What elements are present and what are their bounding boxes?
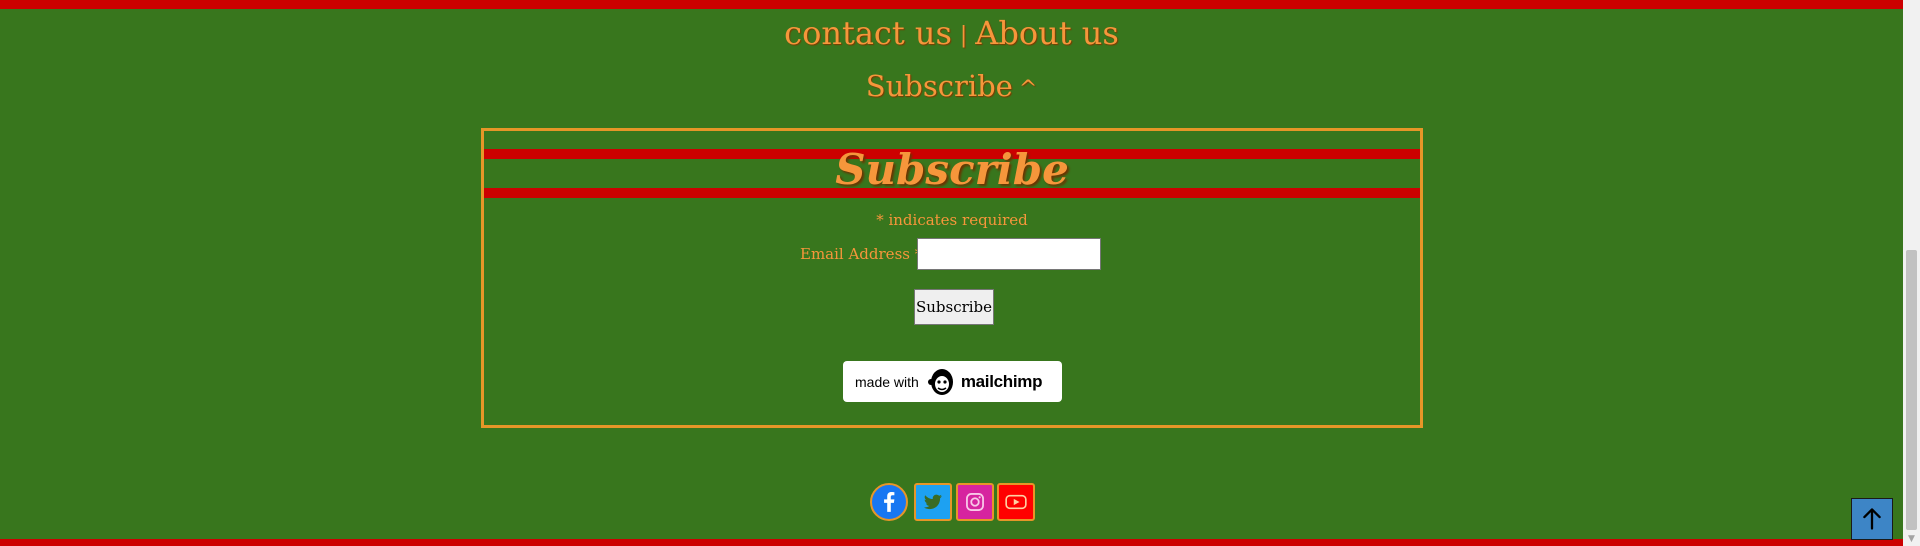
subscribe-toggle-label: Subscribe xyxy=(865,69,1013,103)
email-input[interactable] xyxy=(917,238,1101,270)
about-us-link[interactable]: About us xyxy=(975,14,1119,52)
mailchimp-badge[interactable]: made with mailchimp xyxy=(843,361,1062,402)
arrow-up-icon xyxy=(1863,508,1881,530)
link-separator: | xyxy=(959,23,968,48)
mailchimp-freddie-icon xyxy=(927,366,957,398)
required-note: * indicates required xyxy=(876,211,1028,229)
youtube-icon[interactable] xyxy=(997,483,1035,521)
footer-links: contact us | About us xyxy=(0,14,1903,52)
scrollbar-thumb[interactable] xyxy=(1906,250,1917,530)
email-label: Email Address * xyxy=(800,245,923,263)
subscribe-form: Subscribe * indicates required Email Add… xyxy=(481,128,1423,428)
subscribe-toggle[interactable]: Subscribe ^ xyxy=(0,69,1903,103)
chevron-up-icon: ^ xyxy=(1018,77,1038,102)
scroll-down-arrow[interactable]: ▼ xyxy=(1906,534,1917,544)
bottom-red-bar xyxy=(0,539,1903,546)
mailchimp-wordmark: mailchimp xyxy=(960,371,1043,391)
contact-us-link[interactable]: contact us xyxy=(784,14,952,52)
top-red-bar xyxy=(0,0,1903,9)
twitter-icon[interactable] xyxy=(914,483,952,521)
facebook-icon[interactable] xyxy=(870,483,908,521)
back-to-top-button[interactable] xyxy=(1851,498,1893,540)
made-with-text: made with xyxy=(855,373,919,390)
form-title: Subscribe xyxy=(835,145,1069,194)
subscribe-button[interactable]: Subscribe xyxy=(914,289,994,325)
instagram-icon[interactable] xyxy=(956,483,994,521)
